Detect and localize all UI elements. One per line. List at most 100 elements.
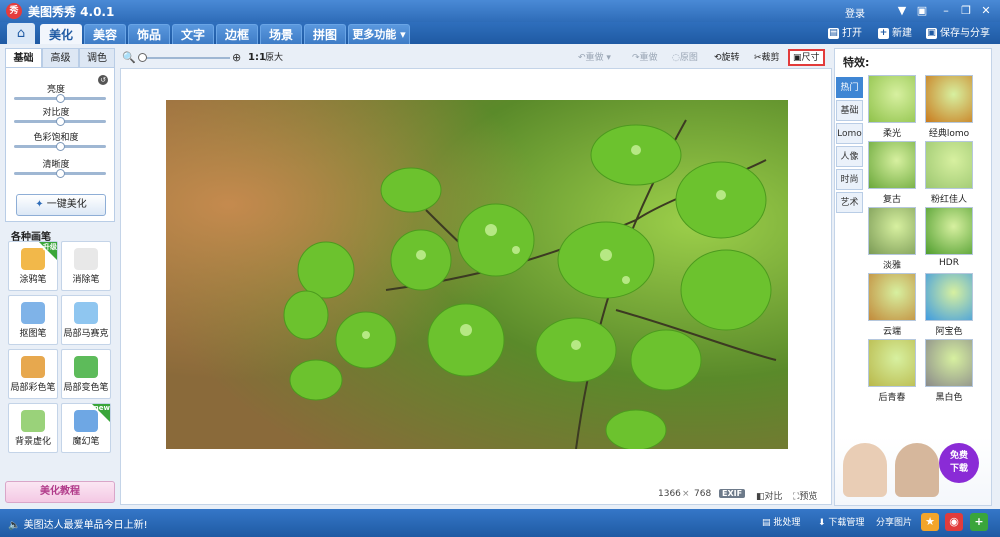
sharpness-slider[interactable] — [14, 169, 106, 178]
effect-thumbnail[interactable] — [925, 141, 973, 189]
contrast-slider[interactable] — [14, 117, 106, 126]
crop-button[interactable]: ✂裁剪 — [754, 51, 780, 65]
tab-border[interactable]: 边框 — [216, 24, 258, 44]
effect-item[interactable]: 云端 — [868, 273, 916, 337]
more-features-button[interactable]: 更多功能 ▾ — [348, 24, 410, 44]
effects-tab-2[interactable]: Lomo — [836, 123, 863, 144]
redo-button[interactable]: ↷重做 — [632, 51, 658, 65]
minimize-icon[interactable]: – — [937, 3, 955, 19]
tab-scene[interactable]: 场景 — [260, 24, 302, 44]
color-brush-button[interactable]: 局部彩色笔 — [8, 349, 58, 399]
effect-thumbnail[interactable] — [925, 207, 973, 255]
tab-cosmetic[interactable]: 美容 — [84, 24, 126, 44]
weibo-icon[interactable]: ◉ — [945, 513, 963, 531]
effect-item[interactable]: 淡雅 — [868, 207, 916, 271]
new-button[interactable]: + 新建 — [878, 26, 912, 42]
share-image-button[interactable]: 分享图片 — [876, 515, 912, 528]
effects-tab-5[interactable]: 艺术 — [836, 192, 863, 213]
save-share-button[interactable]: ▣ 保存与分享 — [926, 26, 990, 42]
zoom-thumb[interactable] — [138, 53, 147, 62]
rotate-label: 旋转 — [721, 53, 740, 63]
effect-thumbnail[interactable] — [925, 273, 973, 321]
effect-item[interactable]: 经典lomo — [925, 75, 973, 139]
free-download-badge[interactable]: 免费 下载 — [939, 443, 979, 483]
effect-thumbnail[interactable] — [925, 339, 973, 387]
rotate-button[interactable]: ⟲旋转 — [714, 51, 740, 65]
original-image-icon: ◌ — [672, 53, 680, 63]
home-icon[interactable]: ⌂ — [7, 23, 35, 44]
ad-banner[interactable]: 免费 下载 — [835, 437, 991, 505]
original-image-button[interactable]: ◌原图 — [672, 51, 698, 65]
zoom-in-icon[interactable]: ⊕ — [232, 51, 241, 64]
effects-tab-0[interactable]: 热门 — [836, 77, 863, 98]
restore-icon[interactable]: ❐ — [957, 3, 975, 19]
effect-thumbnail[interactable] — [925, 75, 973, 123]
effect-item[interactable]: 复古 — [868, 141, 916, 205]
ratio-button[interactable]: 1:1 — [248, 51, 266, 65]
tab-accessories[interactable]: 饰品 — [128, 24, 170, 44]
login-link[interactable]: 登录 — [845, 5, 865, 20]
mosaic-brush-button[interactable]: 局部马赛克 — [61, 295, 111, 345]
subtab-basic[interactable]: 基础 — [5, 48, 42, 68]
redo-icon: ↷ — [632, 53, 640, 63]
subtab-advanced[interactable]: 高级 — [42, 48, 79, 68]
skin-icon[interactable]: ▼ — [893, 3, 911, 19]
effect-item[interactable]: 粉红佳人 — [925, 141, 973, 205]
effect-item[interactable]: 阿宝色 — [925, 273, 973, 337]
effect-thumbnail[interactable] — [868, 141, 916, 189]
zoom-out-icon[interactable]: 🔍 — [122, 51, 136, 64]
tutorial-button[interactable]: 美化教程 — [5, 481, 115, 503]
saturation-slider[interactable] — [14, 142, 106, 151]
saturation-thumb[interactable] — [56, 142, 65, 151]
brightness-thumb[interactable] — [56, 94, 65, 103]
feedback-icon[interactable]: ▣ — [913, 3, 931, 19]
effect-item[interactable]: 后青春 — [868, 339, 916, 403]
brush-label: 局部彩色笔 — [10, 383, 56, 393]
sharpness-thumb[interactable] — [56, 169, 65, 178]
brightness-slider[interactable] — [14, 94, 106, 103]
effect-thumbnail[interactable] — [868, 273, 916, 321]
add-icon[interactable]: + — [970, 513, 988, 531]
badge-text: 升级 — [43, 243, 57, 251]
one-key-beautify-button[interactable]: ✦ 一键美化 — [16, 194, 106, 216]
effect-item[interactable]: HDR — [925, 207, 973, 268]
recolor-brush-button[interactable]: 局部变色笔 — [61, 349, 111, 399]
effects-tab-4[interactable]: 时尚 — [836, 169, 863, 190]
tab-beautify[interactable]: 美化 — [40, 24, 82, 44]
exif-button[interactable]: EXIF — [719, 489, 746, 498]
saturation-label: 色彩饱和度 — [33, 133, 79, 143]
tab-text[interactable]: 文字 — [172, 24, 214, 44]
subtab-color[interactable]: 调色 — [79, 48, 115, 68]
effects-tab-1[interactable]: 基础 — [836, 100, 863, 121]
effect-thumbnail[interactable] — [868, 339, 916, 387]
background-blur-brush-button[interactable]: 背景虚化 — [8, 403, 58, 453]
preview-button[interactable]: ⛶预览 — [793, 489, 817, 502]
contrast-thumb[interactable] — [56, 117, 65, 126]
effect-item[interactable]: 柔光 — [868, 75, 916, 139]
size-button[interactable]: ▣尺寸 — [788, 49, 825, 66]
zoom-slider[interactable] — [138, 53, 230, 62]
photo-canvas[interactable] — [166, 100, 788, 449]
batch-button[interactable]: ▤ 批处理 — [762, 515, 800, 528]
graffiti-brush-button[interactable]: 涂鸦笔 升级 — [8, 241, 58, 291]
star-icon[interactable]: ★ — [921, 513, 939, 531]
close-icon[interactable]: ✕ — [977, 3, 995, 19]
magic-brush-button[interactable]: 魔幻笔 new — [61, 403, 111, 453]
eraser-brush-icon — [74, 248, 98, 270]
undo-button[interactable]: ↶重做 ▾ — [578, 51, 611, 65]
effect-thumbnail[interactable] — [868, 75, 916, 123]
eraser-brush-button[interactable]: 消除笔 — [61, 241, 111, 291]
original-size-button[interactable]: 原大 — [265, 51, 283, 65]
news-ticker[interactable]: 🔈 美图达人最爱单品今日上新! — [8, 516, 148, 531]
effect-thumbnail[interactable] — [868, 207, 916, 255]
effect-item[interactable]: 黑白色 — [925, 339, 973, 403]
compare-button[interactable]: ◧对比 — [756, 489, 783, 502]
tab-collage[interactable]: 拼图 — [304, 24, 346, 44]
open-button[interactable]: ▤ 打开 — [828, 26, 862, 42]
download-manager-button[interactable]: ⬇ 下载管理 — [818, 515, 864, 528]
effect-label: 云端 — [882, 327, 901, 337]
magic-icon: ✦ — [35, 199, 47, 210]
cutout-brush-button[interactable]: 抠图笔 — [8, 295, 58, 345]
leaf-photo — [166, 100, 788, 449]
effects-tab-3[interactable]: 人像 — [836, 146, 863, 167]
